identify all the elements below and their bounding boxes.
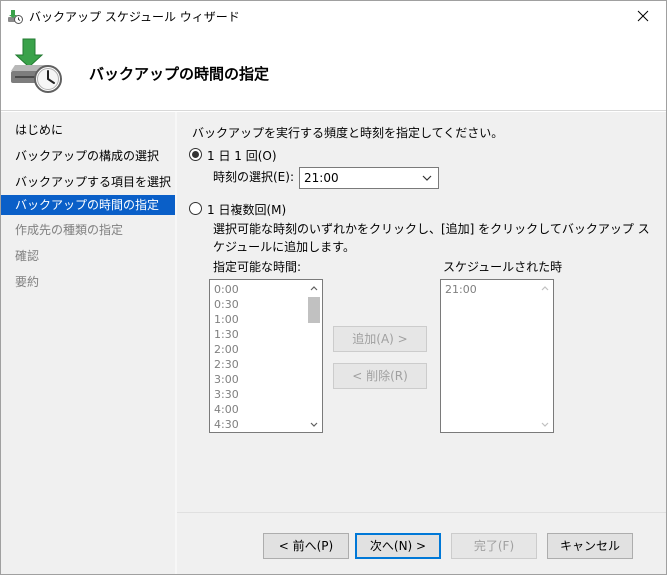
nav-step-summary: 要約 — [15, 275, 40, 289]
back-button[interactable]: < 前へ(P) — [263, 533, 349, 559]
time-select-label: 時刻の選択(E): — [213, 170, 294, 184]
nav-step-schedule[interactable]: バックアップの時間の指定 — [1, 195, 175, 215]
scroll-thumb[interactable] — [308, 297, 320, 323]
once-daily-label[interactable]: 1 日 1 回(O) — [207, 147, 277, 164]
scheduled-times-scrollbar — [537, 280, 553, 432]
scroll-down-icon[interactable] — [306, 416, 322, 432]
wizard-header: バックアップの時間の指定 — [1, 31, 666, 111]
available-times-label: 指定可能な時間: — [213, 260, 302, 274]
scheduled-times-label: スケジュールされた時 — [443, 260, 563, 274]
wizard-step-nav: はじめに バックアップの構成の選択 バックアップする項目を選択 バックアップの時… — [1, 112, 175, 512]
time-select-value: 21:00 — [304, 171, 339, 185]
intro-text: バックアップを実行する頻度と時刻を指定してください。 — [192, 126, 504, 140]
scroll-up-icon[interactable] — [306, 280, 322, 296]
once-daily-radio[interactable] — [189, 148, 202, 161]
wizard-body: はじめに バックアップの構成の選択 バックアップする項目を選択 バックアップの時… — [1, 112, 666, 574]
add-time-button[interactable]: 追加(A) > — [333, 326, 427, 352]
nav-step-backup-config[interactable]: バックアップの構成の選択 — [1, 146, 175, 166]
nav-step-select-items[interactable]: バックアップする項目を選択 — [1, 172, 175, 192]
nav-step-start[interactable]: はじめに — [1, 120, 175, 140]
title-bar: バックアップ スケジュール ウィザード — [1, 1, 666, 31]
schedule-content: バックアップを実行する頻度と時刻を指定してください。 1 日 1 回(O) 時刻… — [177, 112, 666, 512]
nav-step-destination-type: 作成先の種類の指定 — [15, 223, 124, 237]
cancel-button[interactable]: キャンセル — [547, 533, 633, 559]
available-times-scrollbar[interactable] — [306, 280, 322, 432]
scheduled-times-list[interactable]: 21:00 — [440, 279, 554, 433]
multiple-daily-label[interactable]: 1 日複数回(M) — [207, 201, 286, 218]
available-times-list[interactable]: 0:00 0:30 1:00 1:30 2:00 2:30 3:00 3:30 … — [209, 279, 323, 433]
wizard-footer: < 前へ(P) 次へ(N) > 完了(F) キャンセル — [177, 512, 666, 574]
time-select-dropdown[interactable]: 21:00 — [299, 167, 439, 189]
multiple-description: 選択可能な時刻のいずれかをクリックし、[追加] をクリックしてバックアップ スケ… — [213, 222, 650, 254]
scroll-down-icon — [537, 416, 553, 432]
scroll-up-icon — [537, 280, 553, 296]
nav-step-confirm: 確認 — [15, 249, 40, 263]
window-title: バックアップ スケジュール ウィザード — [29, 10, 240, 24]
finish-button[interactable]: 完了(F) — [451, 533, 537, 559]
remove-time-button[interactable]: < 削除(R) — [333, 363, 427, 389]
chevron-down-icon — [420, 169, 434, 187]
backup-clock-icon — [7, 8, 23, 24]
close-icon — [637, 10, 649, 22]
next-button[interactable]: 次へ(N) > — [355, 533, 441, 559]
multiple-daily-radio[interactable] — [189, 202, 202, 215]
close-button[interactable] — [620, 1, 666, 31]
backup-schedule-hero-icon — [7, 37, 65, 95]
page-heading: バックアップの時間の指定 — [89, 65, 270, 83]
backup-schedule-wizard-window: バックアップ スケジュール ウィザード バックアップの時間の指定 はじめに バッ… — [0, 0, 667, 575]
